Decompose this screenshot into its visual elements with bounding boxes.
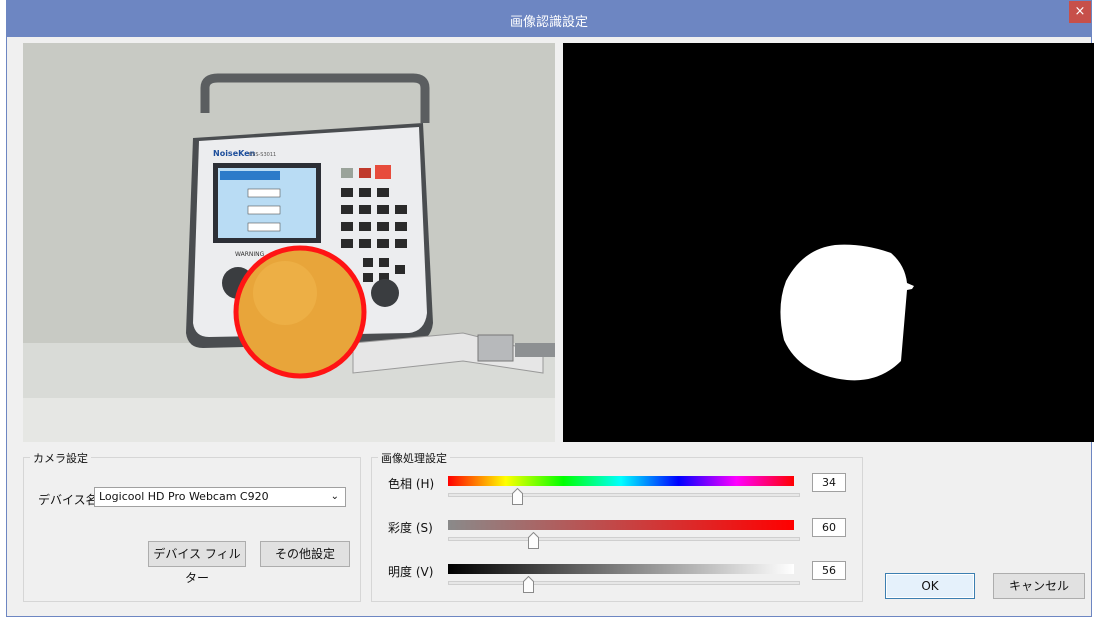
saturation-gradient <box>448 520 794 530</box>
device-select[interactable]: Logicool HD Pro Webcam C920 ⌄ <box>94 487 346 507</box>
device-warning: WARNING <box>235 251 265 258</box>
hue-label: 色相 (H) <box>388 477 435 491</box>
brightness-gradient <box>448 564 794 574</box>
device-model: ESS-S3011 <box>249 152 276 158</box>
camera-image: NoiseKen ESS-S3011 WARNING <box>23 43 555 442</box>
slider-thumb-icon <box>512 487 524 505</box>
saturation-label: 彩度 (S) <box>388 521 433 535</box>
device-name-label: デバイス名 <box>38 493 98 507</box>
ok-button[interactable]: OK <box>885 573 975 599</box>
brightness-value[interactable]: 56 <box>812 561 846 580</box>
hue-slider-track[interactable] <box>448 493 800 497</box>
hue-value[interactable]: 34 <box>812 473 846 492</box>
hue-slider-thumb[interactable] <box>512 487 524 505</box>
saturation-value[interactable]: 60 <box>812 518 846 537</box>
camera-settings-legend: カメラ設定 <box>30 450 91 466</box>
brightness-label: 明度 (V) <box>388 565 434 579</box>
slider-thumb-icon <box>522 575 534 593</box>
close-button[interactable]: × <box>1069 1 1091 23</box>
close-icon: × <box>1074 4 1086 19</box>
slider-thumb-icon <box>528 531 540 549</box>
device-select-value: Logicool HD Pro Webcam C920 <box>99 490 269 503</box>
hue-gradient <box>448 476 794 486</box>
brightness-slider-thumb[interactable] <box>522 575 534 593</box>
saturation-slider-track[interactable] <box>448 537 800 541</box>
image-processing-legend: 画像処理設定 <box>378 450 450 466</box>
camera-settings-group: カメラ設定 デバイス名 Logicool HD Pro Webcam C920 … <box>23 450 361 602</box>
chevron-down-icon: ⌄ <box>330 491 339 502</box>
dialog-window: 画像認識設定 × NoiseKen ESS-S3011 WARNING カメラ設… <box>6 0 1094 617</box>
device-filter-button[interactable]: デバイス フィルター <box>148 541 246 585</box>
cancel-button[interactable]: キャンセル <box>993 573 1085 599</box>
camera-preview: NoiseKen ESS-S3011 WARNING <box>23 43 555 442</box>
saturation-slider-thumb[interactable] <box>528 531 540 549</box>
window-title: 画像認識設定 <box>509 15 588 30</box>
mask-preview <box>563 43 1094 442</box>
image-processing-group: 画像処理設定 色相 (H) 34 彩度 (S) 60 明度 (V) 56 <box>371 450 863 602</box>
other-settings-button[interactable]: その他設定 <box>260 541 350 567</box>
title-bar: 画像認識設定 × <box>7 1 1091 37</box>
brightness-slider-track[interactable] <box>448 581 800 585</box>
mask-image <box>780 244 914 381</box>
